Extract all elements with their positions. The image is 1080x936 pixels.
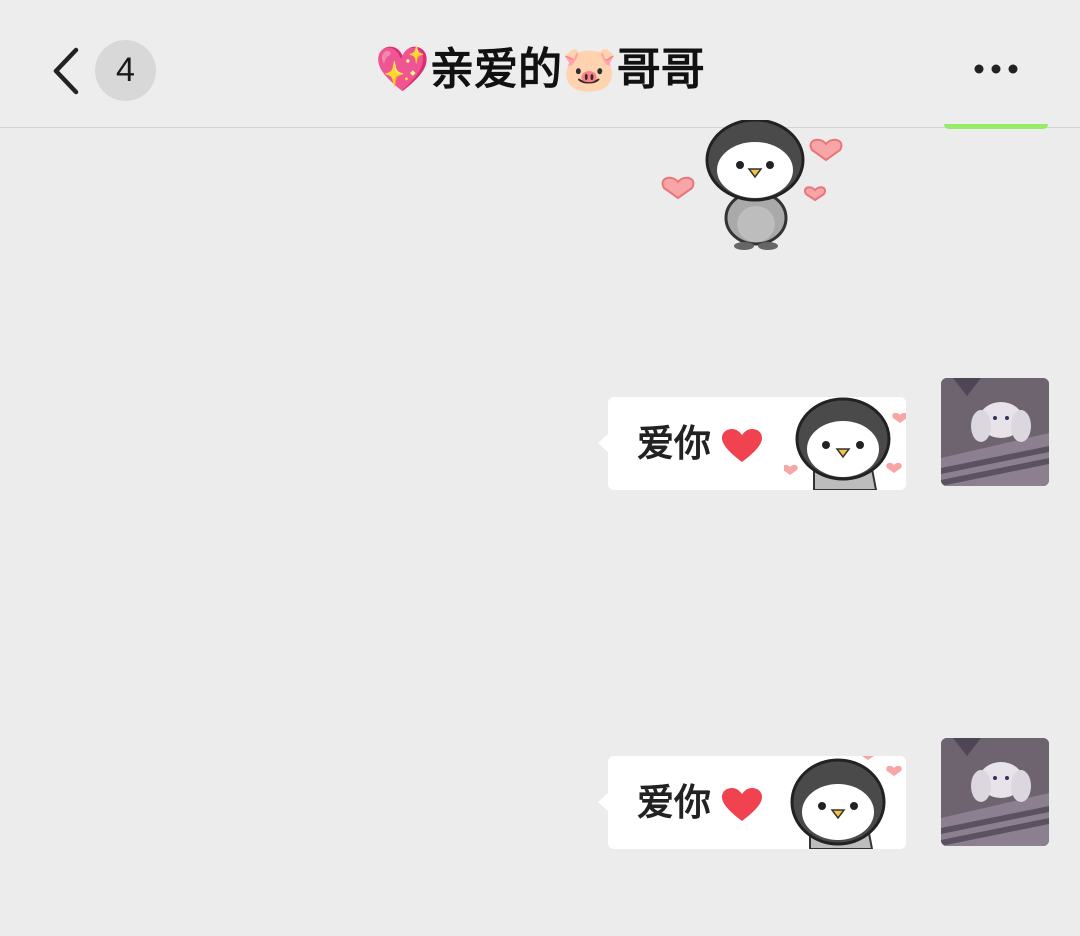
bubble-tail (598, 433, 609, 453)
chat-title: 💖亲爱的🐷哥哥 (375, 44, 705, 95)
text-message-bubble[interactable]: 爱你 (598, 397, 906, 490)
text-message-bubble[interactable]: 爱你 (598, 756, 906, 849)
more-dots-icon (974, 64, 1018, 74)
more-options-button[interactable] (966, 54, 1026, 84)
user-avatar[interactable] (941, 378, 1049, 486)
avatar-image (941, 378, 1049, 486)
bubble-tail (598, 792, 609, 812)
message-text: 爱你 (637, 422, 711, 465)
red-heart-icon (722, 429, 762, 462)
chat-header: 4 💖亲爱的🐷哥哥 (0, 0, 1080, 128)
message-text: 爱你 (637, 781, 711, 824)
red-heart-icon (722, 788, 762, 821)
penguin-icon (784, 397, 906, 490)
user-avatar[interactable] (941, 738, 1049, 846)
penguin-hearts-sticker[interactable] (650, 118, 860, 260)
penguin-icon (790, 756, 902, 849)
avatar-image (941, 738, 1049, 846)
previous-message-bubble (944, 124, 1048, 129)
